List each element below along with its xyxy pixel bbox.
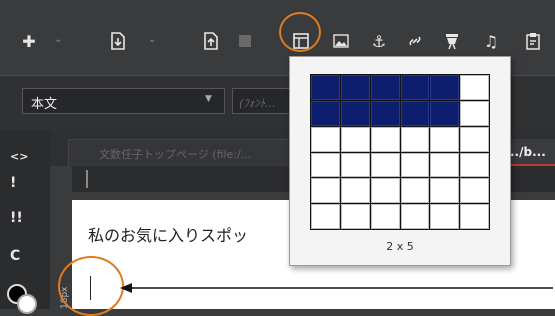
- grid-cell-selected[interactable]: [340, 75, 370, 100]
- chevron-down-icon[interactable]: ⌄: [54, 34, 62, 45]
- clipboard-icon[interactable]: [522, 30, 544, 52]
- table-size-label: 2 x 5: [386, 240, 414, 253]
- chevron-down-icon[interactable]: ⌄: [148, 34, 156, 45]
- grid-cell-selected[interactable]: [400, 100, 430, 126]
- double-exclamation-button[interactable]: !!: [0, 210, 50, 226]
- grid-cell[interactable]: [311, 126, 340, 152]
- tab-label: 文数任子トップページ (file:/...: [99, 148, 252, 161]
- tab-label: ../b...: [510, 145, 546, 159]
- music-icon[interactable]: ♫: [480, 30, 502, 52]
- font-select-placeholder: (ﾌｫﾝﾄ...: [239, 97, 276, 110]
- grid-cell-selected[interactable]: [370, 75, 400, 100]
- table-size-popup: 2 x 5: [289, 56, 511, 266]
- grid-cell[interactable]: [311, 152, 340, 178]
- grid-cell[interactable]: [370, 178, 400, 204]
- grid-cell[interactable]: [460, 178, 489, 204]
- exclamation-button[interactable]: !: [0, 175, 50, 191]
- grid-cell[interactable]: [340, 178, 370, 204]
- grid-cell-selected[interactable]: [400, 75, 430, 100]
- background-color-swatch[interactable]: [17, 294, 37, 314]
- grid-cell[interactable]: [400, 204, 430, 229]
- grid-cell-selected[interactable]: [311, 100, 340, 126]
- c-button[interactable]: C: [0, 248, 50, 264]
- grid-cell[interactable]: [340, 126, 370, 152]
- grid-cell[interactable]: [400, 126, 430, 152]
- annotation-circle-caret: [58, 256, 124, 316]
- tab-document-faded[interactable]: 文数任子トップページ (file:/...: [68, 139, 298, 166]
- grid-cell[interactable]: [430, 126, 460, 152]
- grid-cell-selected[interactable]: [430, 100, 460, 126]
- grid-cell[interactable]: [460, 100, 489, 126]
- grid-cell[interactable]: [370, 126, 400, 152]
- grid-cell-selected[interactable]: [370, 100, 400, 126]
- image-icon[interactable]: [330, 30, 352, 52]
- grid-cell-selected[interactable]: [311, 75, 340, 100]
- grid-cell[interactable]: [430, 152, 460, 178]
- grid-cell[interactable]: [430, 204, 460, 229]
- save-document-icon[interactable]: [200, 30, 222, 52]
- code-tag-button[interactable]: <>: [0, 150, 50, 163]
- grid-cell[interactable]: [460, 126, 489, 152]
- anchor-icon[interactable]: ⚓: [368, 30, 390, 52]
- paragraph-style-value: 本文: [31, 97, 58, 112]
- table-size-grid[interactable]: [310, 74, 490, 230]
- grid-cell[interactable]: [400, 178, 430, 204]
- grid-cell[interactable]: [340, 204, 370, 229]
- header-caret: [86, 170, 88, 188]
- grid-cell[interactable]: [430, 178, 460, 204]
- paragraph-style-select[interactable]: 本文: [22, 88, 225, 114]
- grid-cell[interactable]: [311, 178, 340, 204]
- annotation-circle-table-icon: [279, 12, 321, 52]
- grid-cell-selected[interactable]: [340, 100, 370, 126]
- grid-cell[interactable]: [460, 75, 489, 100]
- grid-cell[interactable]: [340, 152, 370, 178]
- grid-cell[interactable]: [460, 204, 489, 229]
- grid-cell[interactable]: [400, 152, 430, 178]
- chevron-down-icon[interactable]: ▼: [205, 94, 212, 104]
- stop-icon[interactable]: [234, 30, 256, 52]
- video-icon[interactable]: [441, 30, 463, 52]
- link-icon[interactable]: [404, 30, 426, 52]
- new-document-icon[interactable]: [107, 30, 129, 52]
- plus-icon[interactable]: ✚: [18, 30, 40, 52]
- grid-cell[interactable]: [311, 204, 340, 229]
- grid-cell[interactable]: [460, 152, 489, 178]
- grid-cell[interactable]: [370, 204, 400, 229]
- editor-paragraph[interactable]: 私のお気に入りスポッ: [88, 222, 248, 246]
- grid-cell[interactable]: [370, 152, 400, 178]
- left-tool-panel: <> ! !! C: [0, 130, 50, 309]
- grid-cell-selected[interactable]: [430, 75, 460, 100]
